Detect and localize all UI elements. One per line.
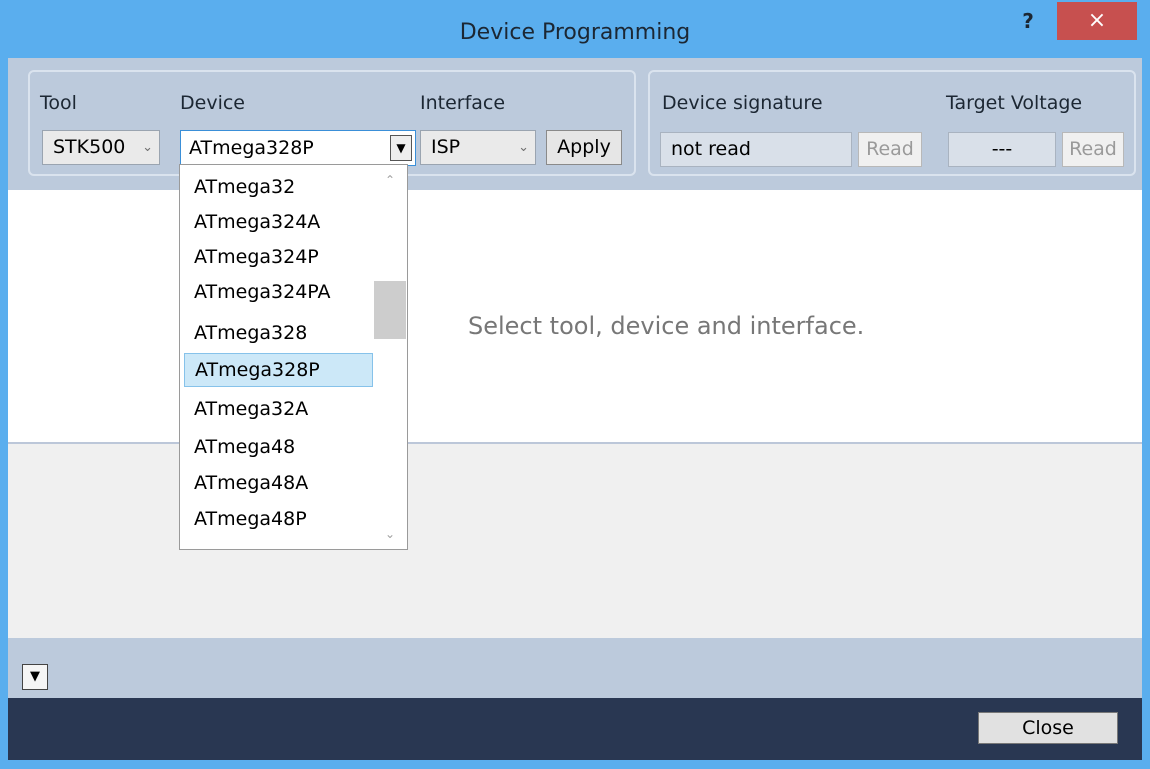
device-option[interactable]: ATmega48A	[184, 467, 373, 501]
device-option[interactable]: ATmega48P	[184, 503, 373, 537]
dropdown-scrollbar[interactable]: ⌃ ⌄	[373, 165, 407, 549]
target-voltage-label: Target Voltage	[946, 92, 1083, 114]
device-select[interactable]: ATmega328P ▼	[180, 130, 416, 166]
help-button[interactable]: ?	[1004, 6, 1052, 36]
chevron-down-icon: ⌄	[518, 140, 529, 155]
device-option-selected[interactable]: ATmega328P	[184, 353, 373, 387]
device-option[interactable]: ATmega328	[184, 317, 373, 351]
device-programming-window: Device Programming ? × Tool STK500 ⌄ Dev…	[0, 0, 1150, 769]
close-window-button[interactable]: ×	[1057, 2, 1137, 40]
chevron-down-icon[interactable]: ⌄	[373, 519, 407, 549]
target-voltage-field: ---	[948, 132, 1056, 167]
device-option[interactable]: ATmega48	[184, 431, 373, 465]
device-option[interactable]: ATmega324PA	[184, 276, 373, 310]
read-signature-button[interactable]: Read	[858, 132, 922, 167]
device-option[interactable]: ATmega324A	[184, 206, 373, 240]
dropdown-arrow-icon[interactable]: ▼	[390, 135, 412, 161]
expand-log-button[interactable]: ▼	[22, 664, 48, 690]
device-value: ATmega328P	[189, 137, 314, 159]
device-option[interactable]: ATmega32A	[184, 393, 373, 427]
instruction-message: Select tool, device and interface.	[468, 312, 865, 340]
device-option[interactable]: ATmega32	[184, 171, 373, 205]
close-button[interactable]: Close	[978, 712, 1118, 744]
device-signature-field: not read	[660, 132, 852, 167]
interface-select[interactable]: ISP ⌄	[420, 130, 536, 165]
chevron-up-icon[interactable]: ⌃	[373, 165, 407, 195]
tool-value: STK500	[53, 136, 126, 158]
tool-select[interactable]: STK500 ⌄	[42, 130, 160, 165]
scrollbar-thumb[interactable]	[374, 281, 406, 339]
chevron-down-icon: ⌄	[142, 140, 153, 155]
bottom-toolbar: ▼	[8, 638, 1142, 698]
device-option[interactable]: ATmega324P	[184, 241, 373, 275]
device-dropdown-list[interactable]: ATmega32 ATmega324A ATmega324P ATmega324…	[179, 164, 408, 550]
apply-button[interactable]: Apply	[546, 130, 622, 165]
tool-label: Tool	[40, 92, 77, 114]
interface-value: ISP	[431, 136, 461, 158]
title-bar[interactable]: Device Programming ? ×	[0, 0, 1150, 58]
dialog-footer: Close	[8, 698, 1142, 760]
window-title: Device Programming	[459, 20, 691, 45]
interface-label: Interface	[420, 92, 506, 114]
device-signature-label: Device signature	[662, 92, 823, 114]
device-label: Device	[180, 92, 245, 114]
read-voltage-button[interactable]: Read	[1062, 132, 1124, 167]
